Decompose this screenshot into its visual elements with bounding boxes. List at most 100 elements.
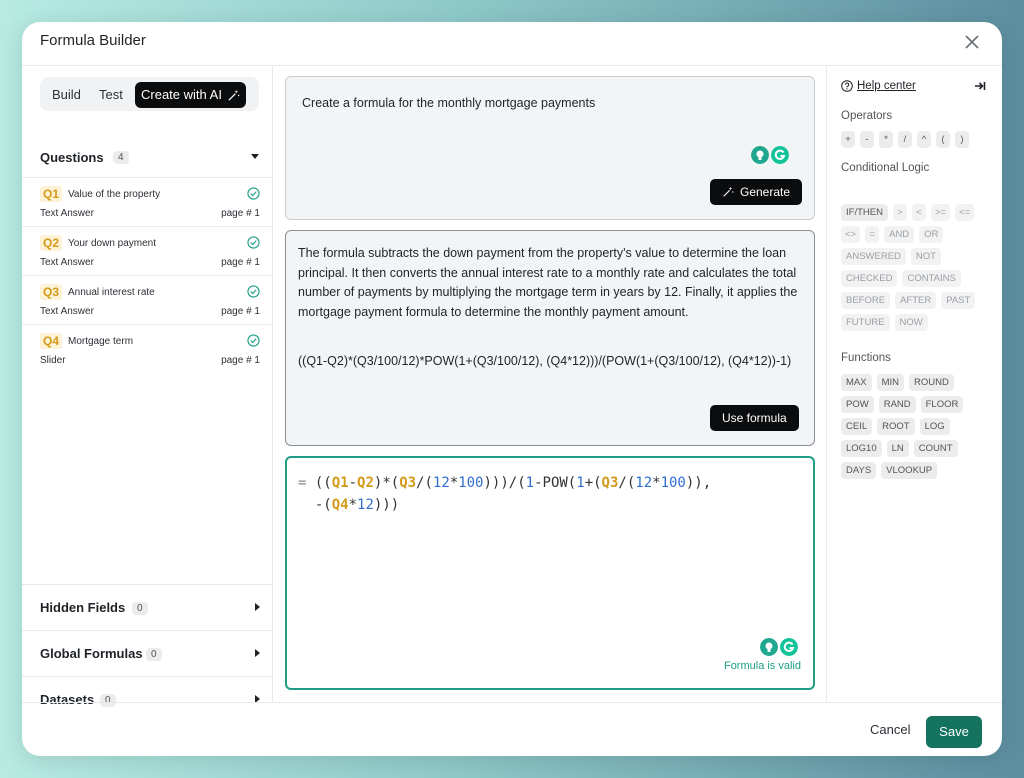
function-chip[interactable]: COUNT <box>913 440 958 457</box>
conditional-chip[interactable]: FUTURE <box>841 314 890 331</box>
operator-chip[interactable]: ^ <box>917 131 931 148</box>
function-chip[interactable]: RAND <box>878 396 916 413</box>
conditional-chip[interactable]: > <box>892 204 907 221</box>
right-panel: Help center Operators + - * / ^ ( ) Cond… <box>826 66 1002 702</box>
formula-explanation: The formula subtracts the down payment f… <box>298 246 798 319</box>
formula-builder-modal: Formula Builder Build Test Create with A… <box>22 22 1002 756</box>
conditional-chip[interactable]: <= <box>955 204 975 221</box>
conditional-chip[interactable]: ANSWERED <box>841 248 906 265</box>
tab-create-with-ai[interactable]: Create with AI <box>135 82 246 108</box>
section-count-badge: 0 <box>132 602 148 615</box>
question-type: Slider <box>40 355 66 366</box>
function-chip[interactable]: ROUND <box>909 374 954 391</box>
lightbulb-extension-icon[interactable] <box>760 638 778 656</box>
function-chip[interactable]: VLOOKUP <box>881 462 938 479</box>
grammarly-icon[interactable] <box>771 146 789 164</box>
left-panel: Build Test Create with AI Questions 4 Q1… <box>22 66 273 707</box>
operator-chip[interactable]: / <box>898 131 912 148</box>
conditional-chip[interactable]: OR <box>919 226 944 243</box>
function-chips: MAX MIN ROUND POW RAND FLOOR CEIL ROOT L… <box>841 374 991 479</box>
generate-button[interactable]: Generate <box>710 179 803 205</box>
function-chip[interactable]: LOG10 <box>841 440 882 457</box>
operator-chip[interactable]: ) <box>955 131 969 148</box>
question-item-q2[interactable]: Q2 Your down payment Text Answer page # … <box>22 226 272 275</box>
conditional-chip[interactable]: AND <box>884 226 915 243</box>
question-page: page # 1 <box>221 208 260 219</box>
close-icon[interactable] <box>960 30 984 54</box>
mode-tabs: Build Test Create with AI <box>40 77 259 111</box>
question-item-q4[interactable]: Q4 Mortgage term Slider page # 1 <box>22 324 272 373</box>
formula-code[interactable]: = ((Q1-Q2)*(Q3/(12*100)))/(1-POW(1+(Q3/(… <box>298 472 803 516</box>
function-chip[interactable]: DAYS <box>841 462 877 479</box>
conditional-chip[interactable]: IF/THEN <box>841 204 888 221</box>
question-label: Mortgage term <box>68 336 134 347</box>
conditional-chip[interactable]: NOT <box>910 248 941 265</box>
conditional-chip[interactable]: >= <box>930 204 951 221</box>
question-tag: Q2 <box>40 235 63 251</box>
operator-chip[interactable]: ( <box>936 131 950 148</box>
question-type: Text Answer <box>40 208 94 219</box>
conditional-chip[interactable]: < <box>911 204 926 221</box>
chevron-right-icon <box>255 603 260 611</box>
help-center-link[interactable]: Help center <box>841 80 916 92</box>
extension-icons <box>751 146 789 164</box>
function-chip[interactable]: ROOT <box>877 418 915 435</box>
cancel-button[interactable]: Cancel <box>870 722 910 737</box>
magic-wand-icon <box>228 89 240 101</box>
questions-count-badge: 4 <box>113 151 129 164</box>
function-chip[interactable]: MIN <box>876 374 905 391</box>
conditional-chip[interactable]: NOW <box>894 314 928 331</box>
conditional-chip[interactable]: BEFORE <box>841 292 891 309</box>
function-chip[interactable]: LN <box>886 440 909 457</box>
questions-title: Questions <box>40 150 104 165</box>
question-item-q1[interactable]: Q1 Value of the property Text Answer pag… <box>22 177 272 226</box>
operator-chip[interactable]: - <box>860 131 874 148</box>
help-icon <box>841 80 853 92</box>
question-label: Your down payment <box>68 238 157 249</box>
questions-header[interactable]: Questions 4 <box>40 148 259 168</box>
operator-chips: + - * / ^ ( ) <box>841 131 991 148</box>
question-page: page # 1 <box>221 257 260 268</box>
check-circle-icon <box>247 334 260 347</box>
question-page: page # 1 <box>221 355 260 366</box>
function-chip[interactable]: MAX <box>841 374 872 391</box>
section-count-badge: 0 <box>146 648 162 661</box>
prompt-text: Create a formula for the monthly mortgag… <box>302 96 596 110</box>
suggested-formula: ((Q1-Q2)*(Q3/100/12)*POW(1+(Q3/100/12), … <box>298 354 792 368</box>
tab-create-with-ai-label: Create with AI <box>141 87 222 102</box>
lightbulb-extension-icon[interactable] <box>751 146 769 164</box>
question-tag: Q4 <box>40 333 63 349</box>
collapse-panel-icon[interactable] <box>974 80 986 92</box>
conditional-chip[interactable]: PAST <box>941 292 976 309</box>
datasets-section[interactable]: Datasets 0 <box>22 676 272 707</box>
modal-title: Formula Builder <box>40 32 146 49</box>
conditional-chip[interactable]: CONTAINS <box>902 270 961 287</box>
grammarly-icon[interactable] <box>780 638 798 656</box>
function-chip[interactable]: CEIL <box>841 418 873 435</box>
ai-prompt-input[interactable]: Create a formula for the monthly mortgag… <box>285 76 815 220</box>
question-type: Text Answer <box>40 257 94 268</box>
conditional-chip[interactable]: = <box>865 226 880 243</box>
tab-test[interactable]: Test <box>91 82 131 108</box>
check-circle-icon <box>247 285 260 298</box>
formula-editor[interactable]: = ((Q1-Q2)*(Q3/(12*100)))/(1-POW(1+(Q3/(… <box>285 456 815 690</box>
save-button[interactable]: Save <box>926 716 982 748</box>
check-circle-icon <box>247 236 260 249</box>
magic-wand-icon <box>723 186 734 197</box>
operator-chip[interactable]: + <box>841 131 855 148</box>
conditional-chip[interactable]: CHECKED <box>841 270 898 287</box>
operator-chip[interactable]: * <box>879 131 893 148</box>
hidden-fields-section[interactable]: Hidden Fields 0 <box>22 584 272 630</box>
conditional-chip[interactable]: AFTER <box>895 292 937 309</box>
function-chip[interactable]: POW <box>841 396 874 413</box>
function-chip[interactable]: FLOOR <box>920 396 964 413</box>
global-formulas-section[interactable]: Global Formulas 0 <box>22 630 272 676</box>
tab-build[interactable]: Build <box>44 82 89 108</box>
function-chip[interactable]: LOG <box>919 418 950 435</box>
use-formula-button[interactable]: Use formula <box>710 405 799 431</box>
question-tag: Q1 <box>40 186 63 202</box>
conditional-chip[interactable]: <> <box>841 226 861 243</box>
extension-icons <box>760 638 798 656</box>
question-item-q3[interactable]: Q3 Annual interest rate Text Answer page… <box>22 275 272 324</box>
question-type: Text Answer <box>40 306 94 317</box>
